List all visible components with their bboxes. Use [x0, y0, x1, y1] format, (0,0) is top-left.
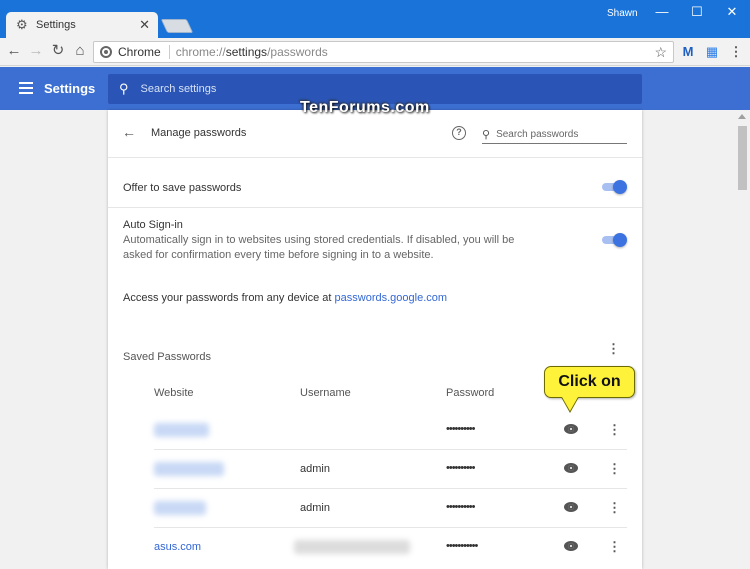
- password-masked: ••••••••••: [446, 423, 475, 435]
- password-masked: ••••••••••: [446, 462, 475, 474]
- click-on-callout: Click on: [544, 366, 635, 398]
- callout-tail: [562, 397, 578, 411]
- password-masked: •••••••••••: [446, 540, 478, 552]
- back-arrow-icon[interactable]: ←: [122, 124, 136, 140]
- passwords-google-link[interactable]: passwords.google.com: [335, 292, 448, 304]
- access-text: Access your passwords from any device at: [123, 292, 335, 304]
- username-blurred: [294, 540, 410, 554]
- tab-close-icon[interactable]: ✕: [139, 18, 150, 32]
- column-header-password: Password: [446, 387, 495, 399]
- url-prefix: chrome://: [175, 45, 226, 59]
- website-link[interactable]: asus.com: [154, 541, 201, 553]
- extension-app-icon[interactable]: ▦: [704, 44, 720, 60]
- column-header-username: Username: [300, 387, 351, 399]
- maximize-button[interactable]: ☐: [687, 4, 707, 20]
- search-icon: ⚲: [119, 81, 129, 96]
- row-more-icon[interactable]: ⋮: [608, 501, 621, 515]
- search-settings-placeholder: Search settings: [140, 83, 217, 95]
- password-row: admin •••••••••• ⋮: [154, 450, 627, 489]
- offer-to-save-label: Offer to save passwords: [123, 182, 242, 194]
- search-passwords-placeholder: Search passwords: [496, 129, 579, 140]
- show-password-eye-icon[interactable]: [564, 424, 578, 434]
- close-window-button[interactable]: ✕: [722, 4, 742, 20]
- username-cell: admin: [300, 502, 330, 514]
- row-more-icon[interactable]: ⋮: [608, 423, 621, 437]
- watermark: TenForums.com: [300, 99, 430, 116]
- search-passwords-input[interactable]: ⚲ Search passwords: [482, 126, 627, 144]
- column-header-website: Website: [154, 387, 194, 399]
- auto-signin-description: Automatically sign in to websites using …: [123, 234, 515, 261]
- minimize-button[interactable]: —: [652, 4, 672, 20]
- page-title: Settings: [44, 81, 96, 96]
- password-masked: ••••••••••: [446, 501, 475, 513]
- gear-icon: ⚙: [16, 17, 28, 32]
- saved-passwords-title: Saved Passwords: [123, 351, 212, 363]
- page-scrollbar[interactable]: [734, 110, 750, 569]
- bookmark-star-icon[interactable]: ☆: [654, 44, 667, 61]
- home-icon[interactable]: ⌂: [71, 42, 89, 60]
- tab-settings[interactable]: ⚙ Settings ✕: [6, 12, 158, 38]
- new-tab-button[interactable]: [160, 19, 194, 33]
- show-password-eye-icon[interactable]: [564, 541, 578, 551]
- menu-dots-icon[interactable]: ⋮: [728, 44, 744, 60]
- show-password-eye-icon[interactable]: [564, 463, 578, 473]
- url-host: settings: [225, 45, 268, 59]
- reload-icon[interactable]: ↻: [49, 42, 67, 60]
- omnibox-label: Chrome: [118, 45, 170, 59]
- website-blurred[interactable]: [154, 501, 206, 515]
- row-more-icon[interactable]: ⋮: [608, 540, 621, 554]
- section-title: Manage passwords: [151, 127, 247, 139]
- profile-name[interactable]: Shawn: [607, 8, 638, 19]
- hamburger-menu-icon[interactable]: [19, 82, 33, 94]
- username-cell: admin: [300, 463, 330, 475]
- forward-arrow-icon[interactable]: →: [27, 42, 45, 60]
- saved-passwords-more-icon[interactable]: ⋮: [607, 342, 620, 356]
- password-row: asus.com ••••••••••• ⋮: [154, 528, 627, 567]
- row-more-icon[interactable]: ⋮: [608, 462, 621, 476]
- access-passwords-text: Access your passwords from any device at…: [123, 292, 447, 304]
- divider: [108, 207, 642, 208]
- password-row: admin •••••••••• ⋮: [154, 489, 627, 528]
- manage-passwords-card: ← Manage passwords ? ⚲ Search passwords …: [108, 110, 642, 569]
- back-arrow-icon[interactable]: ←: [5, 42, 23, 60]
- help-icon[interactable]: ?: [452, 126, 466, 140]
- offer-to-save-toggle[interactable]: [602, 180, 627, 194]
- scroll-up-arrow-icon[interactable]: [738, 114, 746, 119]
- extension-m-icon[interactable]: M: [680, 44, 696, 60]
- manage-passwords-header: ← Manage passwords ? ⚲ Search passwords: [108, 110, 642, 158]
- website-blurred[interactable]: [154, 423, 209, 437]
- website-blurred[interactable]: [154, 462, 224, 476]
- show-password-eye-icon[interactable]: [564, 502, 578, 512]
- auto-signin-label: Auto Sign-in: [123, 219, 183, 231]
- chrome-icon: [100, 46, 112, 58]
- scroll-thumb[interactable]: [738, 126, 747, 190]
- url-path: /passwords: [267, 45, 328, 59]
- title-bar: ⚙ Settings ✕ Shawn — ☐ ✕: [0, 0, 750, 38]
- browser-toolbar: ← → ↻ ⌂ Chrome chrome://settings/passwor…: [0, 38, 750, 66]
- tab-title: Settings: [36, 19, 76, 31]
- auto-signin-toggle[interactable]: [602, 233, 627, 247]
- address-bar[interactable]: Chrome chrome://settings/passwords ☆: [93, 41, 674, 63]
- password-row: •••••••••• ⋮: [154, 411, 627, 450]
- url-text[interactable]: chrome://settings/passwords: [176, 45, 655, 59]
- search-icon: ⚲: [482, 129, 491, 141]
